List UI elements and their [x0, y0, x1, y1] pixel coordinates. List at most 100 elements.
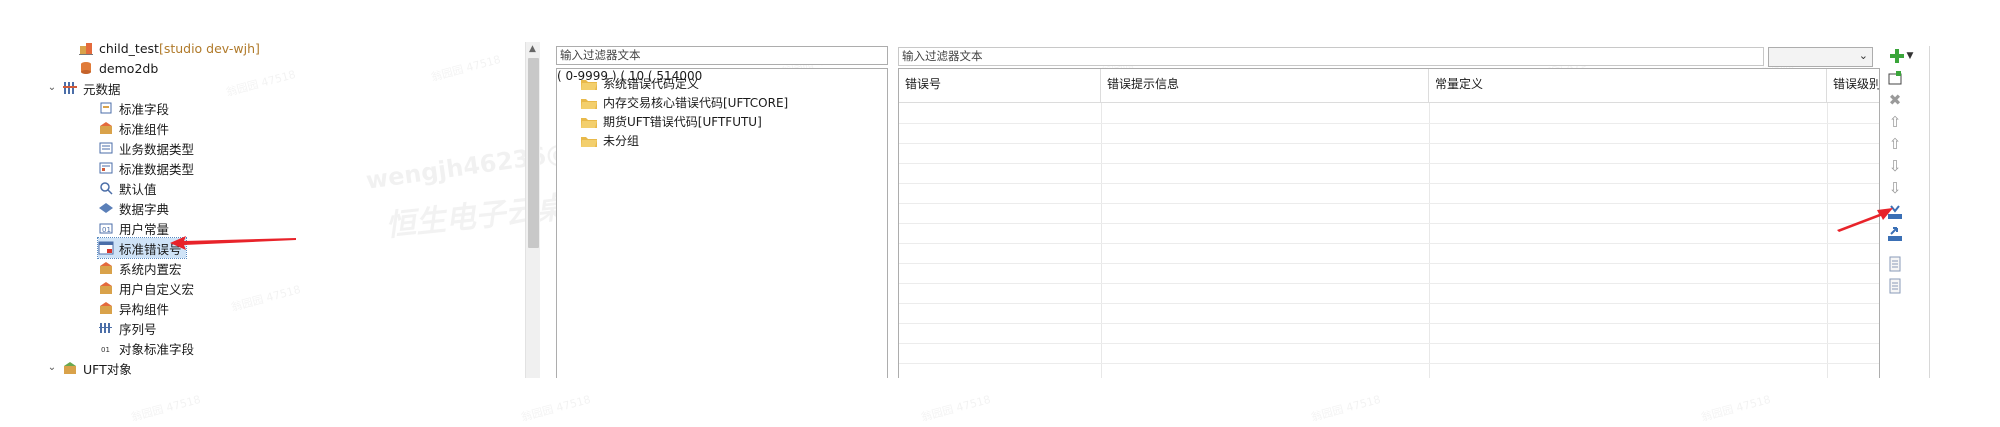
error-filter-input[interactable]: 输入过滤器文本	[898, 47, 1764, 66]
data-type-icon	[98, 160, 114, 176]
column-divider	[1101, 103, 1102, 378]
tree-item-default-value[interactable]: 默认值	[98, 178, 157, 198]
tree-label: 数据字典	[119, 201, 170, 217]
uft-label: UFT对象	[83, 361, 132, 377]
watermark-tag: 翁园园 47518	[519, 392, 593, 425]
component-icon	[98, 300, 114, 316]
error-table-panel: 输入过滤器文本 ⌄ 错误号 错误提示信息 常量定义 错误级别	[898, 46, 1880, 378]
watermark-tag: 翁园园 47518	[1699, 392, 1773, 425]
database-icon	[78, 60, 94, 76]
document-icon[interactable]	[1884, 254, 1906, 274]
tree-label: 系统内置宏	[119, 261, 182, 277]
row-divider	[899, 323, 1879, 324]
export-icon[interactable]	[1884, 224, 1906, 244]
tree-scrollbar[interactable]: ▲	[525, 42, 540, 378]
constant-icon: 01	[98, 220, 114, 236]
error-toolbar: ▼ ✖ ⇧ ⇧ ⇩ ⇩	[1884, 46, 1924, 306]
watermark-tag: 翁园园 47518	[1309, 392, 1383, 425]
uft-object-icon	[62, 360, 78, 376]
row-divider	[899, 183, 1879, 184]
macro-icon	[98, 260, 114, 276]
tree-item-standard-type[interactable]: 标准数据类型	[98, 158, 194, 178]
tree-item-db[interactable]: demo2db	[78, 58, 158, 78]
document-copy-icon[interactable]	[1884, 276, 1906, 296]
tree-item-project[interactable]: child_test [studio dev-wjh]	[78, 38, 260, 58]
tree-item-metadata[interactable]: 元数据	[62, 78, 121, 98]
error-table: 错误号 错误提示信息 常量定义 错误级别	[898, 68, 1880, 378]
tree-item-sequence[interactable]: 序列号	[98, 318, 157, 338]
row-divider	[899, 283, 1879, 284]
svg-text:01: 01	[101, 346, 110, 354]
move-bottom-icon[interactable]: ⇩	[1884, 178, 1906, 198]
column-header-level[interactable]: 错误级别	[1827, 69, 1879, 103]
chevron-down-icon[interactable]: ⌄	[46, 82, 58, 94]
project-tree: child_test [studio dev-wjh] demo2db ⌄ 元数…	[38, 38, 518, 378]
error-table-icon	[98, 240, 114, 256]
group-filter-input[interactable]: 输入过滤器文本	[556, 46, 888, 65]
folder-icon	[581, 97, 597, 109]
tree-item-business-type[interactable]: 业务数据类型	[98, 138, 194, 158]
move-top-icon[interactable]: ⇧	[1884, 112, 1906, 132]
tree-label: 对象标准字段	[119, 341, 195, 357]
tree-label: 用户常量	[119, 221, 170, 237]
filter-combo[interactable]: ⌄	[1768, 47, 1873, 67]
error-group-panel: 输入过滤器文本 系统错误代码定义 ( 0-9999 ) 内存交易核心错误代码[U…	[556, 46, 888, 378]
tree-label: 标准错误号	[119, 241, 182, 257]
new-item-icon[interactable]	[1884, 68, 1906, 88]
group-row[interactable]: 系统错误代码定义	[581, 74, 699, 93]
tree-item-system-macro[interactable]: 系统内置宏	[98, 258, 182, 278]
tree-item-user-constant[interactable]: 01 用户常量	[98, 218, 169, 238]
project-name: child_test	[99, 40, 159, 56]
sequence-icon	[98, 320, 114, 336]
watermark-tag: 翁园园 47518	[919, 392, 993, 425]
tree-item-uft[interactable]: UFT对象	[62, 358, 132, 378]
tree-item-dictionary[interactable]: 数据字典	[98, 198, 169, 218]
tree-label: 异构组件	[119, 301, 170, 317]
dropdown-icon[interactable]: ▼	[1904, 46, 1916, 66]
screen: wengjh46236@HS 恒生电子云桌面 wengjh46236@HS 恒生…	[0, 0, 2000, 427]
tree-item-standard-error[interactable]: 标准错误号	[97, 237, 187, 259]
group-row[interactable]: 内存交易核心错误代码[UFTCORE]	[581, 93, 788, 112]
component-icon	[98, 120, 114, 136]
column-header-error-no[interactable]: 错误号	[899, 69, 1101, 103]
move-up-icon[interactable]: ⇧	[1884, 134, 1906, 154]
group-name: 内存交易核心错误代码[UFTCORE]	[603, 96, 789, 110]
tree-label: 序列号	[119, 321, 157, 337]
object-field-icon: 01	[98, 340, 114, 356]
chevron-down-icon[interactable]: ⌄	[46, 362, 58, 374]
tree-label: 标准字段	[119, 101, 170, 117]
delete-icon[interactable]: ✖	[1884, 90, 1906, 110]
panel-edge	[1929, 46, 1930, 378]
magnifier-icon	[98, 180, 114, 196]
tree-item-hetero-component[interactable]: 异构组件	[98, 298, 169, 318]
column-header-message[interactable]: 错误提示信息	[1101, 69, 1429, 103]
tree-label: 用户自定义宏	[119, 281, 195, 297]
group-row[interactable]: 未分组	[581, 131, 639, 150]
tree-item-object-field[interactable]: 01 对象标准字段	[98, 338, 194, 358]
db-name: demo2db	[99, 60, 159, 76]
row-divider	[899, 163, 1879, 164]
project-suffix: [studio dev-wjh]	[158, 40, 260, 56]
tree-item-standard-component[interactable]: 标准组件	[98, 118, 169, 138]
watermark-tag: 翁园园 47518	[129, 392, 203, 425]
scroll-up-icon[interactable]: ▲	[529, 44, 536, 54]
tree-item-user-macro[interactable]: 用户自定义宏	[98, 278, 194, 298]
group-row[interactable]: 期货UFT错误代码[UFTFUTU]	[581, 112, 762, 131]
scroll-thumb[interactable]	[528, 58, 539, 248]
row-divider	[899, 143, 1879, 144]
move-down-icon[interactable]: ⇩	[1884, 156, 1906, 176]
column-divider	[1827, 103, 1828, 378]
tree-item-standard-field[interactable]: 标准字段	[98, 98, 169, 118]
row-divider	[899, 303, 1879, 304]
row-divider	[899, 203, 1879, 204]
import-icon[interactable]	[1884, 202, 1906, 222]
group-list: 系统错误代码定义 ( 0-9999 ) 内存交易核心错误代码[UFTCORE] …	[556, 68, 888, 378]
tree-label: 标准组件	[119, 121, 170, 137]
business-type-icon	[98, 140, 114, 156]
group-name: 系统错误代码定义	[603, 77, 700, 91]
macro-icon	[98, 280, 114, 296]
folder-icon	[581, 116, 597, 128]
metadata-label: 元数据	[83, 81, 121, 97]
group-name: 未分组	[603, 134, 640, 148]
column-header-constant[interactable]: 常量定义	[1429, 69, 1827, 103]
